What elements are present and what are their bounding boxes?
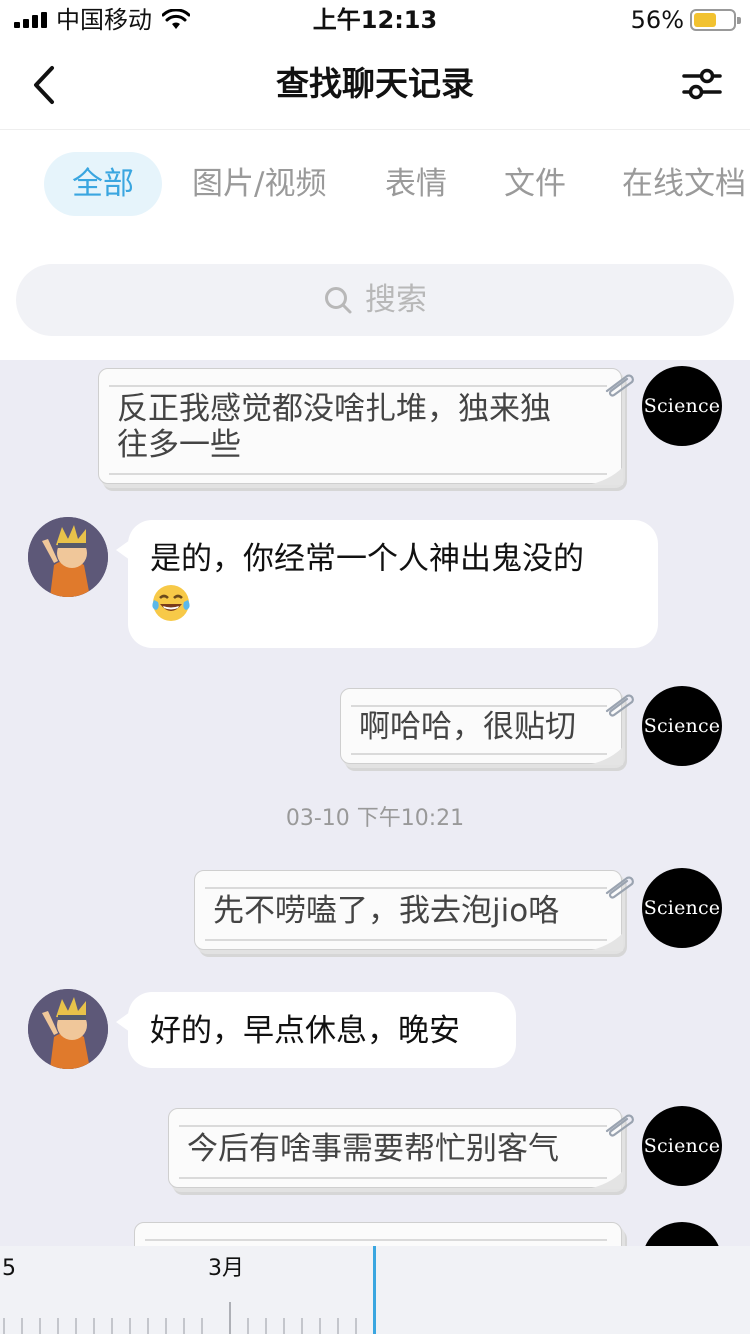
chat-history[interactable]: 反正我感觉都没啥扎堆，独来独 往多一些 Science 是的，你经常一个人神出鬼…	[0, 360, 750, 1246]
message-text: 是的，你经常一个人神出鬼没的	[150, 541, 584, 577]
paperclip-icon	[605, 374, 634, 397]
timeline-label: 3月	[208, 1256, 244, 1281]
avatar-contact[interactable]	[28, 989, 108, 1069]
avatar-self-partial[interactable]	[642, 1222, 722, 1246]
page-curl	[587, 1171, 623, 1189]
message-text-line: 先不唠嗑了，我去泡jio咯	[213, 893, 560, 929]
page-curl	[587, 467, 623, 485]
contact-avatar-image	[28, 517, 108, 597]
page-curl	[587, 747, 623, 765]
message-bubble-self[interactable]: 啊哈哈，很贴切	[340, 688, 634, 765]
tab-online-docs[interactable]: 在线文档	[622, 152, 746, 216]
avatar-self[interactable]: Science	[642, 868, 722, 948]
timeline-cursor[interactable]	[373, 1246, 376, 1334]
search-input[interactable]: 搜索	[16, 264, 734, 336]
message-bubble-self[interactable]: 今后有啥事需要帮忙别客气	[168, 1108, 634, 1189]
search-placeholder: 搜索	[365, 282, 427, 318]
message-text-line: 啊哈哈，很贴切	[359, 709, 576, 745]
message-timestamp: 03-10 下午10:21	[285, 806, 465, 831]
avatar-contact[interactable]	[28, 517, 108, 597]
message-text-line: 往多一些	[117, 427, 241, 463]
message-text-line: 反正我感觉都没啥扎堆，独来独	[117, 391, 551, 427]
tears-of-joy-emoji	[152, 584, 190, 621]
message-text-line: 今后有啥事需要帮忙别客气	[187, 1131, 559, 1167]
avatar-self[interactable]: Science	[642, 366, 722, 446]
page-title: 查找聊天记录	[276, 64, 474, 103]
paperclip-icon	[605, 1114, 634, 1137]
tab-all[interactable]: 全部	[44, 152, 162, 216]
avatar-self[interactable]: Science	[642, 686, 722, 766]
battery-percent: 56%	[630, 6, 684, 34]
message-bubble-self[interactable]: 先不唠嗑了，我去泡jio咯	[194, 870, 634, 951]
timeline-label: 5	[2, 1256, 16, 1281]
message-bubble-contact[interactable]: 好的，早点休息，晚安	[116, 992, 516, 1068]
message-bubble-self-partial[interactable]	[134, 1222, 622, 1246]
page-curl	[587, 933, 623, 951]
tab-stickers[interactable]: 表情	[385, 152, 447, 216]
filter-settings-icon[interactable]	[680, 62, 724, 106]
message-bubble-self[interactable]: 反正我感觉都没啥扎堆，独来独 往多一些	[98, 368, 634, 485]
nav-bar: 查找聊天记录	[0, 40, 750, 130]
category-tabs: 全部 图片/视频 表情 文件 在线文档	[0, 130, 750, 240]
message-bubble-contact[interactable]: 是的，你经常一个人神出鬼没的	[116, 520, 658, 648]
paperclip-icon	[605, 694, 634, 717]
avatar-self[interactable]: Science	[642, 1106, 722, 1186]
tab-files[interactable]: 文件	[504, 152, 566, 216]
status-bar: 中国移动 上午12:13 56%	[0, 0, 750, 40]
battery-icon	[690, 9, 741, 31]
search-icon	[325, 287, 352, 314]
tab-images-videos[interactable]: 图片/视频	[192, 152, 326, 216]
paperclip-icon	[605, 876, 634, 899]
timeline-scrubber[interactable]: 5 3月	[0, 1246, 750, 1334]
contact-avatar-image	[28, 989, 108, 1069]
message-text: 好的，早点休息，晚安	[150, 1013, 460, 1049]
